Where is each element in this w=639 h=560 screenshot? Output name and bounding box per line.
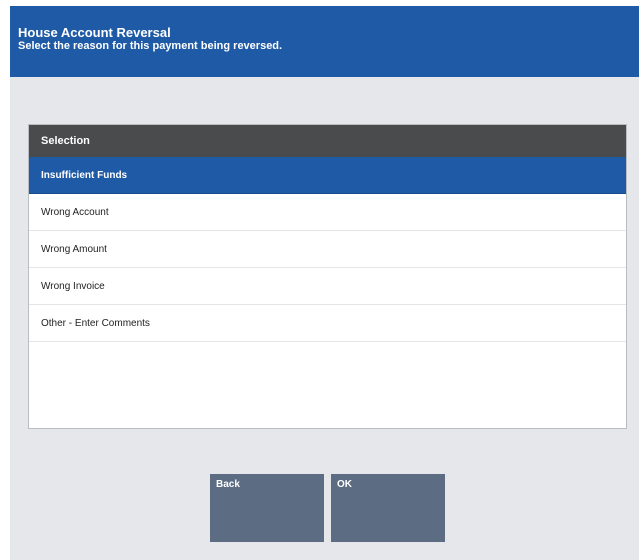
selection-list: Selection Insufficient Funds Wrong Accou… (28, 124, 627, 429)
list-item-wrong-account[interactable]: Wrong Account (29, 194, 626, 231)
ok-button[interactable]: OK (331, 474, 445, 542)
list-column-header: Selection (29, 125, 626, 157)
back-button[interactable]: Back (210, 474, 324, 542)
list-items: Insufficient Funds Wrong Account Wrong A… (29, 157, 626, 342)
list-item-insufficient-funds[interactable]: Insufficient Funds (29, 157, 626, 194)
list-item-wrong-amount[interactable]: Wrong Amount (29, 231, 626, 268)
title-bar: House Account Reversal Select the reason… (10, 6, 639, 77)
page-subtitle: Select the reason for this payment being… (18, 40, 283, 52)
screen: House Account Reversal Select the reason… (10, 6, 639, 560)
list-item-wrong-invoice[interactable]: Wrong Invoice (29, 268, 626, 305)
page-title: House Account Reversal (18, 25, 171, 40)
list-item-other-enter-comments[interactable]: Other - Enter Comments (29, 305, 626, 342)
